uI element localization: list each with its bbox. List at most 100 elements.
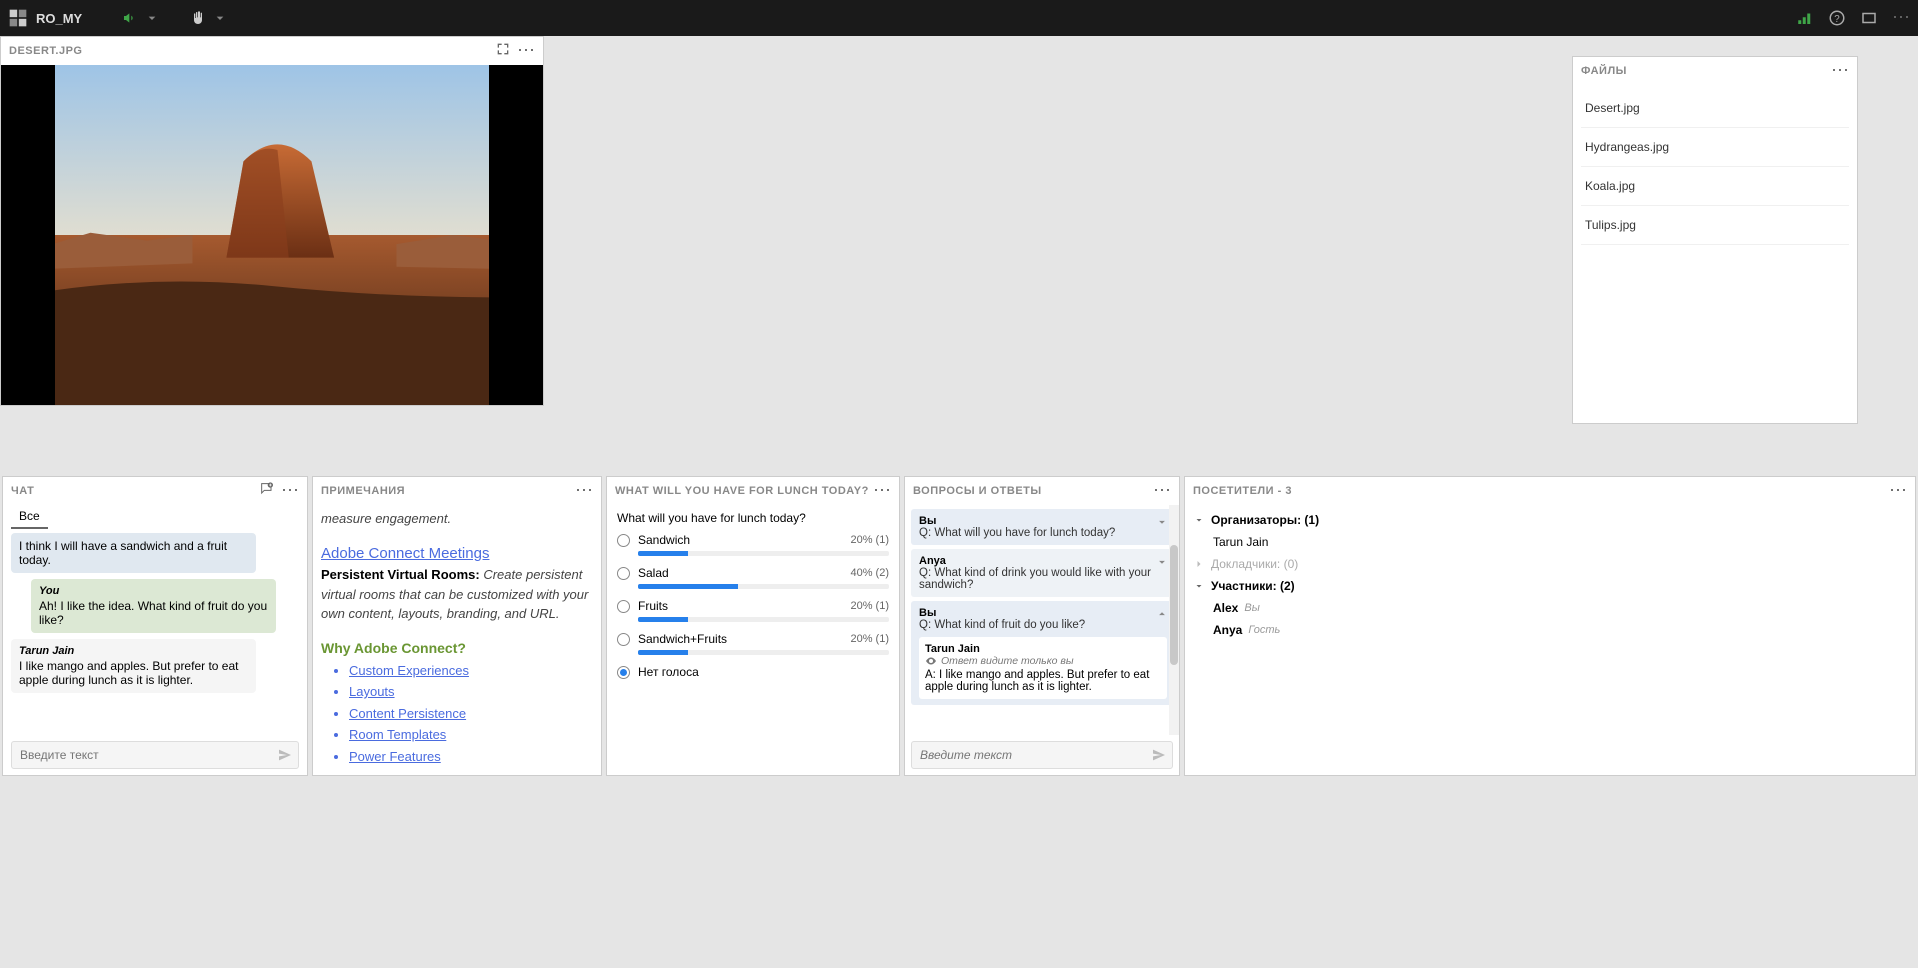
- chat-settings-icon[interactable]: [259, 481, 275, 497]
- qa-list[interactable]: Вы Q: What will you have for lunch today…: [905, 505, 1179, 735]
- more-menu-icon[interactable]: [1892, 8, 1910, 28]
- chat-sender: Tarun Jain: [19, 645, 248, 657]
- send-icon[interactable]: [1151, 747, 1167, 763]
- notes-bullet-link[interactable]: Layouts: [349, 684, 395, 699]
- qa-input[interactable]: [911, 741, 1173, 769]
- files-pod: ФАЙЛЫ Desert.jpg Hydrangeas.jpg Koala.jp…: [1572, 56, 1858, 424]
- poll-option[interactable]: Sandwich+Fruits 20% (1): [617, 632, 889, 655]
- pod-menu-icon[interactable]: [1889, 481, 1907, 501]
- attendee-row[interactable]: Anya Гость: [1191, 619, 1909, 641]
- chevron-up-icon[interactable]: [1155, 607, 1169, 621]
- room-title: RO_MY: [36, 11, 82, 26]
- radio-icon[interactable]: [617, 567, 630, 580]
- qa-item[interactable]: Anya Q: What kind of drink you would lik…: [911, 549, 1175, 597]
- connection-icon[interactable]: [1796, 9, 1814, 27]
- chat-message-list[interactable]: I think I will have a sandwich and a fru…: [3, 529, 307, 735]
- fullscreen-icon[interactable]: [495, 41, 511, 57]
- attendee-tag: Вы: [1244, 602, 1259, 614]
- poll-option-pct: 20% (1): [850, 600, 889, 612]
- attendees-pod: ПОСЕТИТЕЛИ - 3 Организаторы: (1) Tarun J…: [1184, 476, 1916, 776]
- attendee-row[interactable]: Tarun Jain: [1191, 531, 1909, 553]
- notes-bullet-link[interactable]: Power Features: [349, 749, 441, 764]
- pod-menu-icon[interactable]: [517, 41, 535, 61]
- poll-option[interactable]: Salad 40% (2): [617, 566, 889, 589]
- notes-why-heading: Why Adobe Connect?: [321, 638, 593, 659]
- hand-menu-button[interactable]: [190, 10, 228, 26]
- image-share-pod: DESERT.JPG: [0, 36, 544, 406]
- notes-bullet-link[interactable]: Room Templates: [349, 727, 446, 742]
- poll-option-pct: 40% (2): [850, 567, 889, 579]
- file-row[interactable]: Desert.jpg: [1581, 89, 1849, 128]
- chevron-down-icon: [1193, 580, 1205, 592]
- pod-menu-icon[interactable]: [281, 481, 299, 501]
- top-bar: RO_MY ?: [0, 0, 1918, 36]
- poll-option-label: Нет голоса: [638, 665, 699, 679]
- chat-tab-all[interactable]: Все: [11, 505, 48, 529]
- attendee-row[interactable]: Alex Вы: [1191, 597, 1909, 619]
- fullscreen-icon[interactable]: [1860, 9, 1878, 27]
- poll-option-label: Sandwich: [638, 533, 690, 547]
- qa-pod-title: ВОПРОСЫ И ОТВЕТЫ: [913, 485, 1153, 497]
- qa-item[interactable]: Вы Q: What kind of fruit do you like? Ta…: [911, 601, 1175, 705]
- radio-icon[interactable]: [617, 600, 630, 613]
- chevron-down-icon[interactable]: [1155, 515, 1169, 529]
- group-label: Организаторы: (1): [1211, 513, 1319, 527]
- hand-icon: [190, 10, 206, 26]
- radio-icon[interactable]: [617, 534, 630, 547]
- notes-pvr-label: Persistent Virtual Rooms:: [321, 567, 480, 582]
- chat-input[interactable]: [11, 741, 299, 769]
- pod-menu-icon[interactable]: [575, 481, 593, 501]
- radio-icon[interactable]: [617, 666, 630, 679]
- chat-message-text: I think I will have a sandwich and a fru…: [19, 539, 248, 567]
- image-viewport[interactable]: [1, 65, 543, 405]
- app-logo-icon: [8, 8, 28, 28]
- poll-option-label: Fruits: [638, 599, 668, 613]
- poll-option[interactable]: Sandwich20% (1): [617, 533, 889, 556]
- poll-option[interactable]: Fruits 20% (1): [617, 599, 889, 622]
- notes-meetings-link[interactable]: Adobe Connect Meetings: [321, 545, 489, 562]
- poll-option-label: Sandwich+Fruits: [638, 632, 727, 646]
- qa-answer-meta: Ответ видите только вы: [941, 655, 1074, 667]
- speaker-icon: [122, 10, 138, 26]
- pod-menu-icon[interactable]: [1831, 61, 1849, 81]
- poll-question: What will you have for lunch today?: [617, 511, 889, 525]
- attendee-group-hosts[interactable]: Организаторы: (1): [1191, 509, 1909, 531]
- poll-option-label: Salad: [638, 566, 669, 580]
- chat-message: You Ah! I like the idea. What kind of fr…: [31, 579, 276, 633]
- attendee-name: Tarun Jain: [1213, 535, 1268, 549]
- poll-option-novote[interactable]: Нет голоса: [617, 665, 889, 679]
- file-row[interactable]: Koala.jpg: [1581, 167, 1849, 206]
- image-pod-title: DESERT.JPG: [9, 45, 495, 57]
- attendee-group-presenters[interactable]: Докладчики: (0): [1191, 553, 1909, 575]
- lower-section: ЧАТ Все I think I will have a sandwich a…: [0, 476, 1918, 776]
- upper-section: DESERT.JPG: [0, 36, 1918, 476]
- help-icon[interactable]: ?: [1828, 9, 1846, 27]
- qa-question: Q: What will you have for lunch today?: [919, 527, 1167, 539]
- radio-icon[interactable]: [617, 633, 630, 646]
- pod-menu-icon[interactable]: [873, 481, 891, 501]
- poll-option-pct: 20% (1): [850, 633, 889, 645]
- notes-bullet-link[interactable]: Custom Experiences: [349, 663, 469, 678]
- file-row[interactable]: Tulips.jpg: [1581, 206, 1849, 245]
- chevron-right-icon: [1193, 558, 1205, 570]
- attendee-tag: Гость: [1248, 624, 1280, 636]
- qa-sender: Anya: [919, 555, 1167, 567]
- audio-menu-button[interactable]: [122, 10, 160, 26]
- qa-answer-name: Tarun Jain: [925, 643, 1161, 655]
- qa-question: Q: What kind of drink you would like wit…: [919, 567, 1167, 591]
- send-icon[interactable]: [277, 747, 293, 763]
- qa-scrollbar[interactable]: [1169, 505, 1179, 735]
- attendees-pod-title: ПОСЕТИТЕЛИ - 3: [1193, 485, 1889, 497]
- file-row[interactable]: Hydrangeas.jpg: [1581, 128, 1849, 167]
- pod-menu-icon[interactable]: [1153, 481, 1171, 501]
- scrollbar-thumb[interactable]: [1170, 545, 1178, 665]
- notes-bullet-link[interactable]: Content Persistence: [349, 706, 466, 721]
- qa-item[interactable]: Вы Q: What will you have for lunch today…: [911, 509, 1175, 545]
- notes-pod-title: ПРИМЕЧАНИЯ: [321, 485, 575, 497]
- notes-content[interactable]: measure engagement. Adobe Connect Meetin…: [313, 505, 601, 775]
- chat-pod-title: ЧАТ: [11, 485, 259, 497]
- chevron-down-icon: [144, 10, 160, 26]
- chevron-down-icon[interactable]: [1155, 555, 1169, 569]
- chat-message-text: Ah! I like the idea. What kind of fruit …: [39, 599, 268, 627]
- attendee-group-participants[interactable]: Участники: (2): [1191, 575, 1909, 597]
